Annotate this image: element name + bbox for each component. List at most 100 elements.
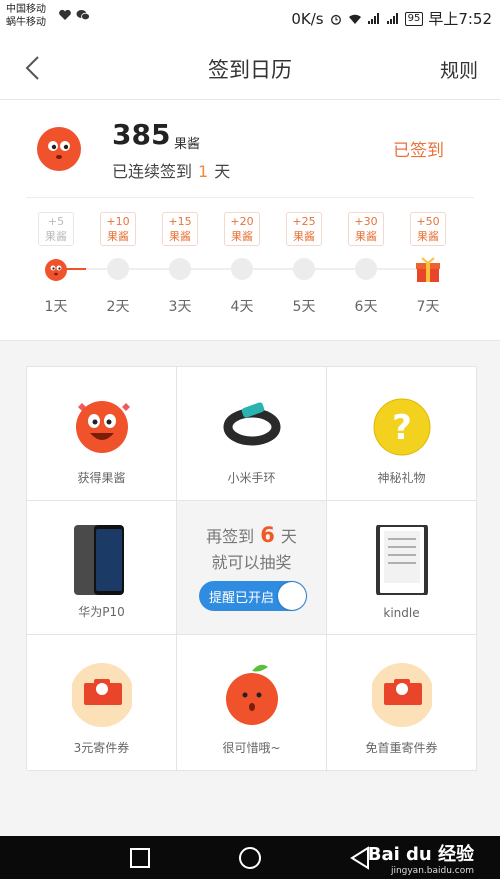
question-mark-icon: ? [373, 398, 431, 456]
day-2-label: 2天 [106, 299, 130, 315]
jam-mascot-icon [37, 127, 81, 171]
prize-label: 3元寄件券 [73, 741, 130, 755]
rules-link[interactable]: 规则 [440, 56, 478, 83]
home-icon[interactable] [238, 846, 262, 870]
day-6-bonus: +30 果酱 [344, 212, 388, 246]
checkin-remaining-text: 再签到 6 天 [177, 523, 326, 547]
prize-mystery[interactable]: ? 神秘礼物 [327, 367, 477, 501]
sad-orange-icon [226, 664, 278, 725]
heart-rate-icon [59, 9, 71, 20]
prize-label: 免首重寄件券 [365, 741, 438, 755]
bonus-value: +50 [416, 215, 440, 228]
prize-coupon-free[interactable]: 免首重寄件券 [327, 635, 477, 771]
streak-text: 已连续签到 1 天 [112, 158, 230, 182]
prize-jam[interactable]: 获得果酱 [27, 367, 177, 501]
prize-label: 小米手环 [227, 471, 276, 485]
lottery-grid: 获得果酱 小米手环 ? 神秘礼物 华为P10 再签到 6 天 就可以抽奖 提醒已开启 [26, 366, 477, 771]
bonus-unit: 果酱 [45, 230, 67, 243]
day-5-label: 5天 [292, 299, 316, 315]
bonus-unit: 果酱 [417, 230, 439, 243]
bonus-value: +5 [47, 215, 65, 228]
day-7-bonus: +50 果酱 [406, 212, 450, 246]
bonus-unit: 果酱 [169, 230, 191, 243]
signal-4g-icon [367, 12, 379, 24]
day-4-bonus: +20 果酱 [220, 212, 264, 246]
prize-none[interactable]: 很可惜哦~ [177, 635, 327, 771]
day-5-bonus: +25 果酱 [282, 212, 326, 246]
checkin-calendar: +5 果酱 +10 果酱 +15 果酱 +20 果酱 +25 果酱 +30 果酱 +50 果酱… [0, 198, 500, 338]
bonus-unit: 果酱 [107, 230, 129, 243]
remaining-prefix: 再签到 [206, 527, 255, 546]
remaining-suffix: 天 [280, 527, 297, 546]
bonus-unit: 果酱 [355, 230, 377, 243]
prize-label: kindle [383, 606, 420, 620]
streak-prefix: 已连续签到 [112, 162, 193, 181]
bonus-value: +30 [354, 215, 378, 228]
ereader-icon [376, 525, 428, 595]
streak-days: 1 [198, 162, 209, 181]
day-1-bonus: +5 果酱 [34, 212, 78, 246]
gift-box-icon [416, 257, 440, 282]
prize-label: 神秘礼物 [377, 471, 426, 485]
day-5-dot [293, 258, 315, 280]
day-4-label: 4天 [230, 299, 254, 315]
day-7-label: 7天 [416, 299, 440, 315]
top-nav: 签到日历 规则 [0, 36, 500, 100]
prize-label: 华为P10 [78, 605, 125, 619]
day-2-dot [107, 258, 129, 280]
svg-text:?: ? [392, 408, 412, 448]
day-6-dot [355, 258, 377, 280]
alarm-icon [330, 14, 341, 25]
points-summary: 385 果酱 已连续签到 1 天 已签到 [0, 100, 500, 198]
bonus-value: +15 [168, 215, 192, 228]
day-4-dot [231, 258, 253, 280]
streak-suffix: 天 [214, 162, 231, 181]
coupon-icon [372, 663, 432, 727]
carrier-2: 蜗牛移动 [6, 17, 46, 28]
remaining-count: 6 [260, 523, 275, 547]
day-3-label: 3天 [168, 299, 192, 315]
day-1-label: 1天 [44, 299, 68, 315]
jam-mascot-icon [76, 401, 130, 453]
clock: 早上7:52 [428, 10, 492, 28]
coupon-icon [72, 663, 132, 727]
day-2-bonus: +10 果酱 [96, 212, 140, 246]
watermark-brand: Bai du 经验 [367, 844, 474, 865]
network-speed: 0K/s [291, 9, 324, 28]
bonus-unit: 果酱 [293, 230, 315, 243]
bonus-value: +25 [292, 215, 316, 228]
day-1-done-mascot-icon [45, 259, 67, 281]
day-6-label: 6天 [354, 299, 378, 315]
points-value: 385 [112, 118, 171, 151]
wechat-icon [76, 10, 90, 21]
system-nav-bar: Bai du 经验 jingyan.baidu.com [0, 836, 500, 879]
prize-huawei[interactable]: 华为P10 [27, 501, 177, 635]
day-3-bonus: +15 果酱 [158, 212, 202, 246]
carrier-1: 中国移动 [6, 4, 46, 15]
fitness-band-icon [223, 402, 281, 446]
battery-indicator: 95 [404, 11, 424, 26]
bonus-unit: 果酱 [231, 230, 253, 243]
carrier-info: 中国移动 蜗牛移动 [6, 3, 46, 29]
watermark-url: jingyan.baidu.com [390, 866, 474, 876]
lottery-center: 再签到 6 天 就可以抽奖 提醒已开启 [177, 501, 327, 635]
watermark: Bai du 经验 jingyan.baidu.com [368, 840, 474, 876]
toggle-label: 提醒已开启 [209, 591, 275, 606]
reminder-toggle[interactable]: 提醒已开启 [199, 581, 307, 611]
toggle-knob [278, 582, 306, 610]
signal-2g-icon [386, 12, 398, 24]
points-unit: 果酱 [174, 137, 201, 152]
signed-status: 已签到 [393, 141, 444, 161]
bonus-value: +20 [230, 215, 254, 228]
phone-icon [74, 525, 124, 595]
recent-apps-icon[interactable] [128, 846, 152, 870]
wifi-icon [348, 14, 361, 24]
prize-label: 很可惜哦~ [222, 741, 281, 755]
prize-kindle[interactable]: kindle [327, 501, 477, 635]
prize-mi-band[interactable]: 小米手环 [177, 367, 327, 501]
bonus-value: +10 [106, 215, 130, 228]
prize-coupon-3[interactable]: 3元寄件券 [27, 635, 177, 771]
lottery-hint: 就可以抽奖 [211, 553, 292, 572]
prize-label: 获得果酱 [77, 471, 126, 485]
page-title: 签到日历 [208, 58, 292, 82]
